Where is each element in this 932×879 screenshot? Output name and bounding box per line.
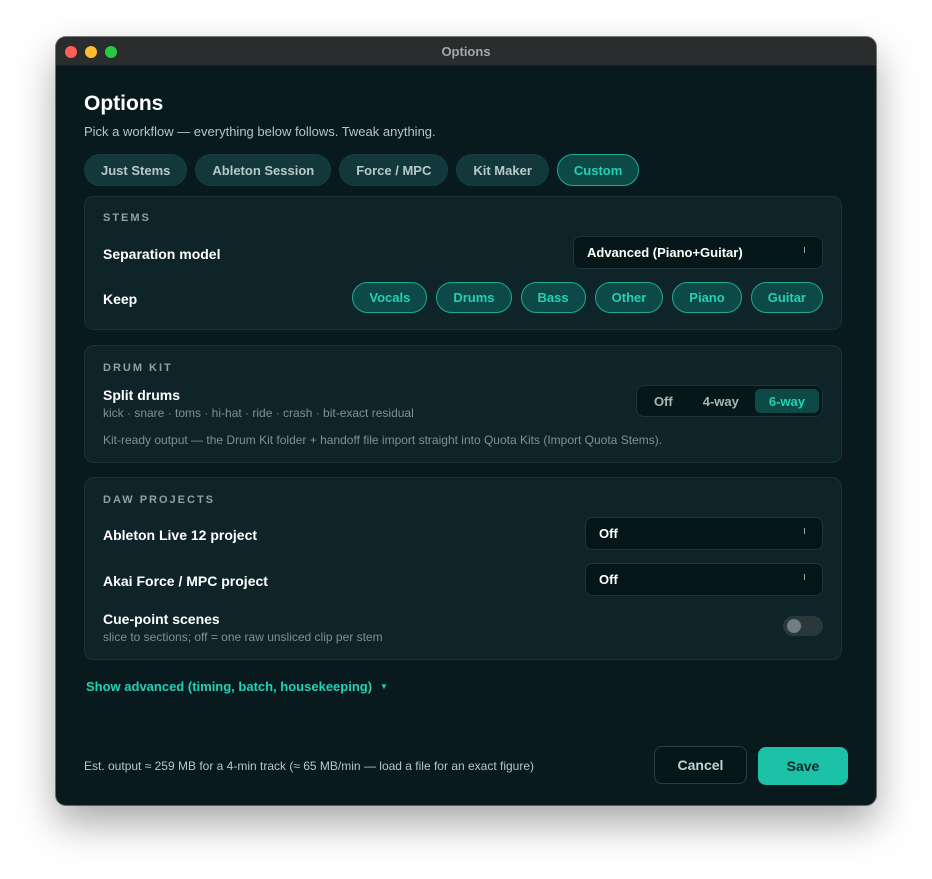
akai-project-select[interactable]: Off [585, 563, 823, 596]
stems-card: STEMS Separation model Advanced (Piano+G… [84, 196, 842, 330]
page-title: Options [84, 92, 164, 115]
daw-projects-section-label: DAW PROJECTS [103, 494, 216, 506]
separation-model-select[interactable]: Advanced (Piano+Guitar) [573, 236, 823, 269]
split-option-6-way[interactable]: 6-way [754, 389, 819, 413]
minimize-window-button[interactable] [85, 46, 97, 58]
dropdown-caret-icon [804, 574, 805, 580]
split-option-off[interactable]: Off [640, 389, 687, 413]
title-bar: Options [56, 37, 876, 66]
keep-chip-guitar[interactable]: Guitar [750, 282, 823, 313]
options-content: Options Pick a workflow — everything bel… [84, 66, 842, 773]
keep-chip-bass[interactable]: Bass [520, 282, 586, 313]
separation-model-value: Advanced (Piano+Guitar) [587, 245, 743, 260]
separation-model-label: Separation model [103, 246, 221, 262]
split-drums-segmented-control: Off 4-way 6-way [635, 385, 823, 417]
keep-chip-other[interactable]: Other [594, 282, 664, 313]
ableton-project-label: Ableton Live 12 project [103, 527, 258, 543]
show-advanced-label: Show advanced (timing, batch, housekeepi… [86, 679, 373, 694]
drum-kit-section-label: DRUM KIT [103, 362, 173, 374]
daw-projects-card: DAW PROJECTS Ableton Live 12 project Off… [84, 477, 842, 660]
preset-custom[interactable]: Custom [556, 154, 640, 186]
show-advanced-link[interactable]: Show advanced (timing, batch, housekeepi… [86, 679, 388, 694]
split-drums-label: Split drums [103, 387, 181, 403]
keep-stems-chips: Vocals Drums Bass Other Piano Guitar [352, 282, 823, 313]
keep-chip-vocals[interactable]: Vocals [352, 282, 428, 313]
split-drums-description: kick · snare · toms · hi-hat · ride · cr… [103, 406, 414, 420]
cancel-button[interactable]: Cancel [654, 746, 747, 784]
cue-point-scenes-label: Cue-point scenes [103, 611, 220, 627]
toggle-knob [787, 619, 801, 633]
cue-point-scenes-toggle[interactable] [783, 616, 823, 636]
keep-label: Keep [103, 291, 138, 307]
dropdown-caret-icon [804, 528, 805, 534]
preset-just-stems[interactable]: Just Stems [84, 154, 188, 186]
workflow-presets: Just Stems Ableton Session Force / MPC K… [84, 154, 842, 186]
cue-point-scenes-description: slice to sections; off = one raw unslice… [103, 630, 383, 644]
triangle-down-icon: ▼ [380, 682, 388, 691]
output-estimate: Est. output ≈ 259 MB for a 4-min track (… [84, 759, 535, 773]
window-title: Options [441, 43, 491, 59]
stems-section-label: STEMS [103, 212, 151, 224]
preset-kit-maker[interactable]: Kit Maker [456, 154, 549, 186]
akai-project-label: Akai Force / MPC project [103, 573, 268, 589]
window-controls [65, 46, 117, 58]
zoom-window-button[interactable] [105, 46, 117, 58]
options-window: Options Options Pick a workflow — everyt… [56, 37, 876, 805]
drum-kit-card: DRUM KIT Split drums kick · snare · toms… [84, 345, 842, 463]
split-option-4-way[interactable]: 4-way [689, 389, 753, 413]
ableton-project-value: Off [599, 526, 618, 541]
akai-project-value: Off [599, 572, 618, 587]
keep-chip-piano[interactable]: Piano [672, 282, 742, 313]
page-subtitle: Pick a workflow — everything below follo… [84, 124, 436, 139]
save-button[interactable]: Save [758, 747, 848, 785]
close-window-button[interactable] [65, 46, 77, 58]
drum-kit-note: Kit-ready output — the Drum Kit folder +… [103, 433, 663, 447]
keep-chip-drums[interactable]: Drums [436, 282, 512, 313]
ableton-project-select[interactable]: Off [585, 517, 823, 550]
dropdown-caret-icon [804, 247, 805, 253]
preset-ableton-session[interactable]: Ableton Session [195, 154, 332, 186]
preset-force-mpc[interactable]: Force / MPC [339, 154, 449, 186]
